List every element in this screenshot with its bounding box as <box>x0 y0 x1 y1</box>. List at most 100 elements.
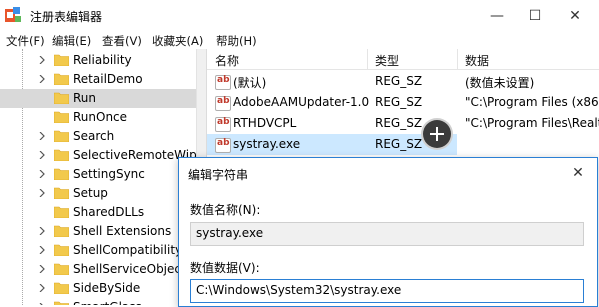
column-header-type[interactable]: 类型 <box>375 52 399 69</box>
chevron-right-icon[interactable] <box>38 132 46 140</box>
value-data: "C:\Program Files\Realtek <box>465 116 599 130</box>
tree-item[interactable]: Search <box>0 127 206 146</box>
tree-item[interactable]: SharedDLLs <box>0 203 206 222</box>
dialog-title-bar[interactable]: 编辑字符串 ✕ <box>179 158 597 188</box>
tree-item-label: SettingSync <box>73 167 145 181</box>
folder-icon <box>54 73 69 85</box>
chevron-right-icon[interactable] <box>38 265 46 273</box>
tree-item[interactable]: SettingSync <box>0 165 206 184</box>
folder-icon <box>54 149 69 161</box>
folder-icon <box>54 206 69 218</box>
string-value-icon: ab <box>215 138 231 153</box>
value-name-input <box>191 223 581 243</box>
chevron-right-icon[interactable] <box>38 189 46 197</box>
minimize-button[interactable]: — <box>478 0 516 31</box>
string-value-icon: ab <box>215 96 231 111</box>
folder-icon <box>54 244 69 256</box>
tree-item-label: SharedDLLs <box>73 205 145 219</box>
folder-icon <box>54 225 69 237</box>
folder-icon <box>54 301 69 305</box>
folder-icon <box>54 111 69 123</box>
chevron-right-icon[interactable] <box>38 75 46 83</box>
string-value-icon-text: ab <box>217 117 230 127</box>
value-name-field <box>190 222 584 246</box>
tree-item-label: Run <box>73 91 97 105</box>
menu-view[interactable]: 查看(V) <box>102 33 142 49</box>
menu-file[interactable]: 文件(F) <box>6 33 45 49</box>
chevron-right-icon[interactable] <box>38 170 46 178</box>
value-name: (默认) <box>233 76 267 90</box>
tree-item[interactable]: Shell Extensions <box>0 222 206 241</box>
chevron-right-icon[interactable] <box>38 284 46 292</box>
value-type-cell[interactable]: REG_SZ <box>367 71 457 92</box>
string-value-icon-text: ab <box>217 96 230 106</box>
value-row[interactable]: abRTHDVCPL REG_SZ "C:\Program Files\Realte… <box>207 113 599 134</box>
tree-item[interactable]: ShellServiceObjectDelay <box>0 260 206 279</box>
string-value-icon-text: ab <box>217 138 230 148</box>
column-separator[interactable] <box>367 49 368 69</box>
value-row[interactable]: ab (默认) REG_SZ (数值未设置) <box>207 71 599 92</box>
value-row[interactable]: ab systray.exe REG_SZ <box>207 134 599 155</box>
value-name: AdobeAAMUpdater-1.0 <box>233 95 370 109</box>
value-name-cell[interactable]: ab AdobeAAMUpdater-1.0 <box>207 92 370 113</box>
tree-item-label: Reliability <box>73 53 132 67</box>
tree-item[interactable]: Setup <box>0 184 206 203</box>
value-type-cell[interactable]: REG_SZ <box>367 92 457 113</box>
folder-icon <box>54 168 69 180</box>
value-data-input[interactable] <box>191 280 581 300</box>
tree-item-label: ShellCompatibility <box>73 243 183 257</box>
tree-item[interactable]: Reliability <box>0 51 206 70</box>
string-value-icon-text: ab <box>217 75 230 85</box>
tree-item[interactable]: SideBySide <box>0 279 206 298</box>
value-type: REG_SZ <box>375 74 423 88</box>
chevron-right-icon[interactable] <box>38 56 46 64</box>
value-name-cell[interactable]: ab systray.exe <box>207 134 367 155</box>
value-row[interactable]: ab AdobeAAMUpdater-1.0 REG_SZ "C:\Program F… <box>207 92 599 113</box>
value-data-field[interactable] <box>190 279 584 303</box>
column-separator[interactable] <box>457 49 458 69</box>
chevron-right-icon[interactable] <box>38 246 46 254</box>
chevron-right-icon[interactable] <box>38 227 46 235</box>
string-value-icon: ab <box>215 75 231 90</box>
maximize-button[interactable]: ☐ <box>516 0 554 31</box>
tree-item[interactable]: RunOnce <box>0 108 206 127</box>
tree-item-label: Search <box>73 129 115 143</box>
folder-icon <box>54 92 69 104</box>
value-name: RTHDVCPL <box>233 116 297 130</box>
tree-item-label: RunOnce <box>73 110 128 124</box>
column-header-name[interactable]: 名称 <box>215 52 239 69</box>
dialog-close-button[interactable]: ✕ <box>561 158 595 188</box>
regedit-app-icon <box>5 7 21 22</box>
menu-favorites[interactable]: 收藏夹(A) <box>152 33 203 49</box>
folder-icon <box>54 130 69 142</box>
tree-item-label: Setup <box>73 186 108 200</box>
chevron-right-icon[interactable] <box>38 151 46 159</box>
edit-string-dialog: 编辑字符串 ✕ 数值名称(N): 数值数据(V): <box>178 157 598 307</box>
list-header: 名称 类型 数据 <box>207 49 599 70</box>
value-data: "C:\Program Files (x86)\Co <box>465 95 599 109</box>
window-title: 注册表编辑器 <box>30 10 103 24</box>
folder-icon <box>54 263 69 275</box>
add-cursor-icon <box>423 120 451 148</box>
value-name-cell[interactable]: ab (默认) <box>207 71 367 92</box>
tree-item[interactable]: RetailDemo <box>0 70 206 89</box>
tree-item[interactable]: ShellCompatibility <box>0 241 206 260</box>
menu-edit[interactable]: 编辑(E) <box>52 33 91 49</box>
value-type: REG_SZ <box>375 116 423 130</box>
folder-icon <box>54 187 69 199</box>
registry-key-tree[interactable]: Reliability RetailDemo Run RunOnce Search Sel… <box>0 49 207 305</box>
tree-item[interactable]: SelectiveRemoteWipe <box>0 146 206 165</box>
dialog-title: 编辑字符串 <box>188 168 249 182</box>
value-name-cell[interactable]: ab RTHDVCPL <box>207 113 367 134</box>
tree-item-label: SmartGlass <box>73 300 142 305</box>
value-type: REG_SZ <box>375 95 423 109</box>
tree-item[interactable]: SmartGlass <box>0 298 206 305</box>
tree-item[interactable]: Run <box>0 89 206 108</box>
menu-help[interactable]: 帮助(H) <box>216 33 257 49</box>
folder-icon <box>54 282 69 294</box>
column-header-data[interactable]: 数据 <box>465 52 489 69</box>
value-data: (数值未设置) <box>465 76 535 90</box>
close-button[interactable]: ✕ <box>556 0 594 31</box>
tree-item-label: SideBySide <box>73 281 141 295</box>
value-type: REG_SZ <box>375 137 423 151</box>
